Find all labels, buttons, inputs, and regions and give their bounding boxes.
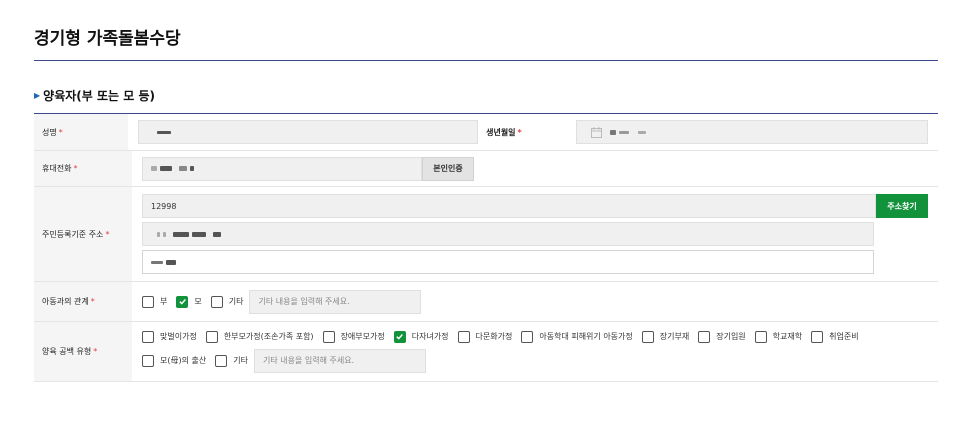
row-family-type: 양육 공백 유형 * 맞벌이가정 한부모가정(조손가족 포함) 장애부모가정 다자…: [34, 322, 938, 382]
page-title: 경기형 가족돌봄수당: [34, 29, 181, 49]
cell-phone: 본인인증: [132, 151, 938, 186]
cell-address: 12998 주소찾기: [132, 187, 938, 281]
section-title: ▶ 양육자(부 또는 모 등): [34, 87, 155, 104]
masked-name: [157, 130, 172, 134]
check-icon: [179, 299, 186, 305]
address-main-field[interactable]: [142, 222, 874, 246]
masked-addr-2: [163, 231, 166, 237]
row-phone: 휴대전화 * 본인인증: [34, 151, 938, 187]
guardian-form: 성명 * 생년월일 * 휴대전화 * 본인인증 주민등록기준 주소 * 1299…: [34, 113, 938, 382]
masked-phone-2: [160, 166, 172, 171]
section-arrow-icon: ▶: [34, 91, 41, 100]
zipcode-line: 12998 주소찾기: [142, 194, 928, 218]
row-relation: 아동과의 관계 * 부 모 기타 기타 내용을 입력해 주세요.: [34, 282, 938, 322]
type-option-job-seeking[interactable]: 취업준비: [811, 330, 859, 343]
type-option-long-absence[interactable]: 장기부재: [641, 330, 689, 343]
relation-option-father[interactable]: 부: [142, 295, 167, 308]
cell-relation: 부 모 기타 기타 내용을 입력해 주세요.: [132, 282, 938, 321]
type-option-disabled-parent[interactable]: 장애부모가정: [322, 330, 385, 343]
cell-family-type: 맞벌이가정 한부모가정(조손가족 포함) 장애부모가정 다자녀가정 다문화가정 …: [132, 322, 938, 381]
masked-phone-4: [190, 166, 194, 171]
masked-addr-5: [213, 231, 221, 237]
masked-addr-4: [192, 231, 206, 237]
type-option-student[interactable]: 학교재학: [754, 330, 802, 343]
type-option-etc[interactable]: 기타: [215, 354, 248, 367]
label-relation: 아동과의 관계 *: [34, 282, 132, 321]
type-option-childbirth[interactable]: 모(母)의 출산: [142, 354, 206, 367]
zipcode-field[interactable]: 12998: [142, 194, 876, 218]
label-birth: 생년월일 *: [478, 114, 576, 150]
title-divider: [34, 60, 938, 61]
masked-addr-1: [157, 231, 160, 237]
type-option-dual-income[interactable]: 맞벌이가정: [142, 330, 197, 343]
label-name: 성명 *: [34, 114, 129, 150]
relation-option-etc[interactable]: 기타: [210, 295, 243, 308]
masked-birth-2: [619, 130, 629, 134]
type-option-multicultural[interactable]: 다문화가정: [457, 330, 512, 343]
calendar-icon[interactable]: [591, 126, 602, 138]
family-type-etc-input[interactable]: 기타 내용을 입력해 주세요.: [253, 348, 426, 373]
label-address: 주민등록기준 주소 *: [34, 187, 132, 281]
checkbox[interactable]: [210, 295, 223, 308]
relation-etc-input[interactable]: 기타 내용을 입력해 주세요.: [249, 289, 422, 314]
cell-name: [128, 114, 479, 150]
address-search-button[interactable]: 주소찾기: [876, 194, 928, 218]
masked-addr-3: [173, 231, 189, 237]
relation-option-mother[interactable]: 모: [176, 295, 202, 308]
type-option-multi-child[interactable]: 다자녀가정: [393, 330, 449, 343]
name-field[interactable]: [138, 120, 479, 144]
masked-birth-3: [638, 130, 646, 134]
family-type-row2: 모(母)의 출산 기타 기타 내용을 입력해 주세요.: [142, 348, 426, 373]
birth-field[interactable]: [576, 120, 928, 144]
masked-phone-3: [179, 166, 187, 171]
checkbox-checked[interactable]: [176, 295, 189, 308]
type-option-single-parent[interactable]: 한부모가정(조손가족 포함): [205, 330, 314, 343]
masked-detail-2: [166, 259, 176, 265]
masked-birth-1: [610, 129, 616, 135]
type-option-abuse-risk[interactable]: 아동학대 피해위기 아동가정: [521, 330, 633, 343]
checkbox[interactable]: [142, 295, 154, 308]
masked-phone-1: [151, 166, 157, 171]
check-icon: [396, 334, 404, 340]
row-address: 주민등록기준 주소 * 12998 주소찾기: [34, 187, 938, 282]
type-option-hospitalized[interactable]: 장기입원: [698, 330, 746, 343]
masked-detail-1: [151, 260, 163, 264]
cell-birth: [576, 114, 938, 150]
row-name: 성명 * 생년월일 *: [34, 114, 938, 151]
address-detail-field[interactable]: [142, 250, 874, 274]
label-phone: 휴대전화 *: [34, 151, 132, 186]
verify-button[interactable]: 본인인증: [422, 156, 474, 181]
family-type-row1: 맞벌이가정 한부모가정(조손가족 포함) 장애부모가정 다자녀가정 다문화가정 …: [142, 330, 859, 343]
section-title-text: 양육자(부 또는 모 등): [43, 89, 155, 103]
label-family-type: 양육 공백 유형 *: [34, 322, 132, 381]
phone-field[interactable]: [142, 156, 422, 181]
